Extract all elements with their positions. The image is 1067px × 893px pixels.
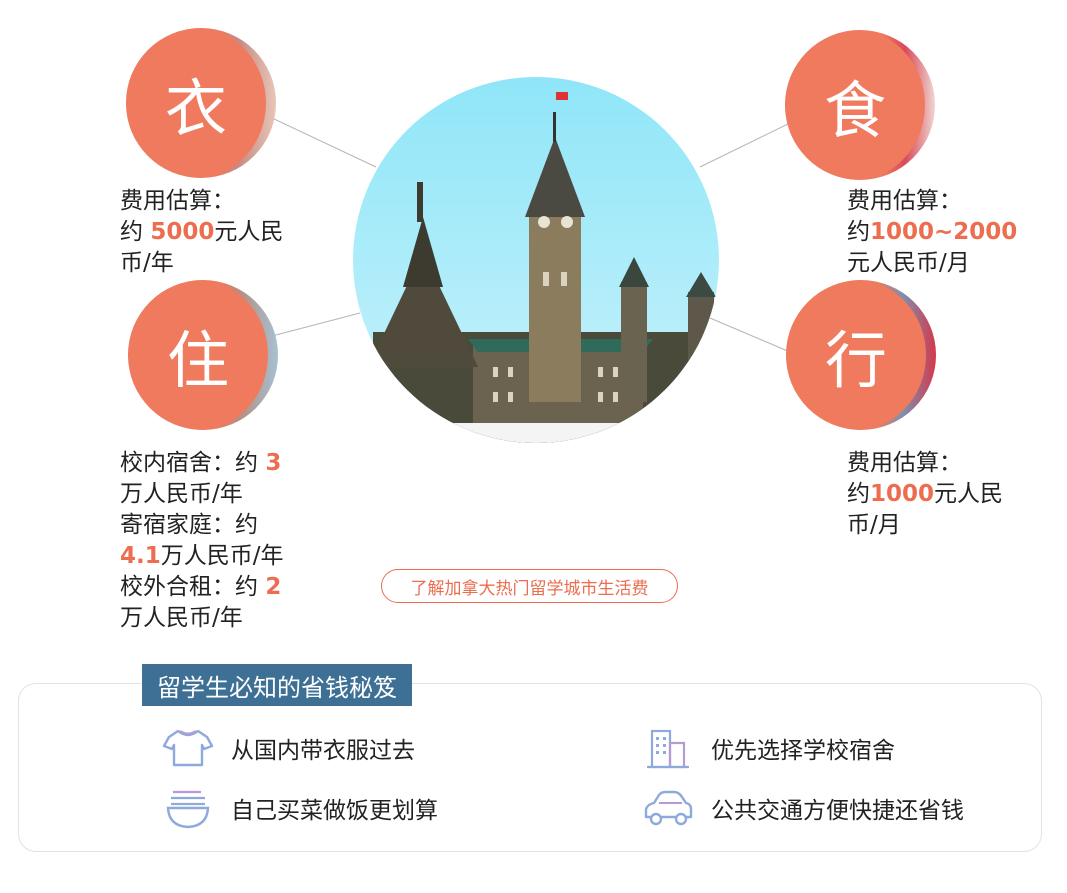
- food-badge: 食: [785, 30, 935, 180]
- connector-clothing: [271, 117, 377, 168]
- connector-housing: [271, 312, 361, 337]
- cost-segment: 寄宿家庭：约: [120, 512, 258, 538]
- cost-segment: 万人民币/年: [120, 481, 243, 507]
- transport-badge: 行: [786, 280, 936, 430]
- tshirt-icon: [160, 726, 216, 770]
- building-icon: [640, 726, 696, 770]
- city-living-cost-link[interactable]: 了解加拿大热门留学城市生活费: [381, 569, 678, 603]
- cost-line: 币/年: [120, 248, 283, 279]
- cost-line: 校外合租：约 2: [120, 572, 284, 603]
- cost-segment: 元人民: [214, 219, 284, 245]
- food-cost: 费用估算： 约1000~2000 元人民币/月: [847, 186, 1017, 279]
- clothing-cost: 费用估算：约 5000元人民 币/年: [120, 186, 283, 279]
- cost-segment: 币/月: [847, 512, 901, 538]
- tip-label: 自己买菜做饭更划算: [231, 798, 438, 824]
- cost-line: 4.1万人民币/年: [120, 541, 284, 572]
- cost-line: 费用估算：: [120, 186, 283, 217]
- cost-segment: 万人民币/年: [160, 543, 284, 569]
- cost-line: 约1000元人民: [847, 479, 1003, 510]
- cost-highlight: 3: [265, 450, 282, 476]
- tip-school-dorm: 优先选择学校宿舍: [640, 726, 895, 770]
- housing-char-icon: 住: [166, 324, 229, 397]
- tip-label: 公共交通方便快捷还省钱: [711, 798, 964, 824]
- cost-segment: 币/年: [120, 250, 174, 276]
- cost-line: 费用估算：: [847, 186, 1017, 217]
- cost-segment: 元人民币/月: [847, 250, 970, 276]
- connector-transport: [709, 317, 791, 353]
- cost-line: 寄宿家庭：约: [120, 510, 284, 541]
- cost-segment: 校内宿舍：约: [120, 450, 266, 476]
- transport-char-icon: 行: [824, 324, 887, 397]
- food-char-icon: 食: [823, 74, 886, 147]
- cost-segment: 费用估算：: [847, 188, 962, 214]
- cost-segment: 约: [847, 219, 870, 245]
- tips-title: 留学生必知的省钱秘笈: [142, 664, 412, 706]
- cost-segment: 费用估算：: [120, 188, 235, 214]
- cost-highlight: 1000: [870, 481, 935, 507]
- cost-line: 费用估算：: [847, 448, 1003, 479]
- cost-segment: 约: [847, 481, 870, 507]
- noodle-bowl-icon: [160, 786, 216, 830]
- tip-public-transport: 公共交通方便快捷还省钱: [640, 786, 964, 830]
- cost-highlight: 4.1: [120, 543, 161, 569]
- cost-line: 万人民币/年: [120, 603, 284, 634]
- cost-line: 约 5000元人民: [120, 217, 283, 248]
- cost-line: 约1000~2000: [847, 217, 1017, 248]
- parliament-photo: [353, 77, 719, 443]
- cost-segment: 元人民: [934, 481, 1004, 507]
- cost-line: 校内宿舍：约 3: [120, 448, 284, 479]
- cost-line: 万人民币/年: [120, 479, 284, 510]
- tip-label: 优先选择学校宿舍: [711, 738, 895, 764]
- cost-line: 元人民币/月: [847, 248, 1017, 279]
- connector-food: [699, 122, 791, 168]
- tip-label: 从国内带衣服过去: [231, 738, 415, 764]
- housing-badge: 住: [128, 280, 278, 430]
- tip-cook-yourself: 自己买菜做饭更划算: [160, 786, 438, 830]
- cost-segment: 约: [120, 219, 151, 245]
- cost-segment: 费用估算：: [847, 450, 962, 476]
- cost-segment: 万人民币/年: [120, 605, 243, 631]
- cost-highlight: 1000~2000: [870, 219, 1018, 245]
- cost-segment: 校外合租：约: [120, 574, 266, 600]
- tip-bring-clothes: 从国内带衣服过去: [160, 726, 415, 770]
- car-icon: [640, 786, 696, 830]
- clothing-char-icon: 衣: [164, 72, 227, 145]
- cost-highlight: 5000: [150, 219, 215, 245]
- cost-highlight: 2: [265, 574, 282, 600]
- housing-cost: 校内宿舍：约 3 万人民币/年 寄宿家庭：约 4.1万人民币/年 校外合租：约 2 万人民…: [120, 448, 284, 634]
- cost-line: 币/月: [847, 510, 1003, 541]
- transport-cost: 费用估算： 约1000元人民 币/月: [847, 448, 1003, 541]
- clothing-badge: 衣: [126, 28, 276, 178]
